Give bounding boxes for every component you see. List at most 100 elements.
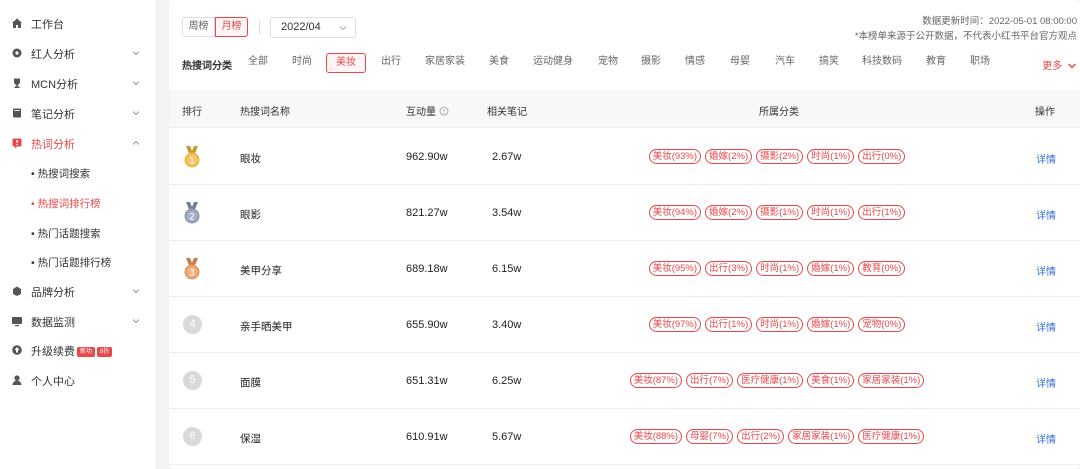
help-icon[interactable]: ? — [439, 106, 449, 116]
rank-badge: 5 — [183, 371, 202, 390]
category-tag: 美妆(88%) — [629, 429, 683, 444]
date-value: 2022/04 — [281, 21, 321, 33]
category-travel[interactable]: 出行 — [381, 53, 401, 73]
nav-hot-word-analysis[interactable]: 热词分析 — [0, 128, 157, 158]
notes-count: 3.40w — [492, 319, 522, 331]
category-photography[interactable]: 摄影 — [641, 53, 661, 73]
header-interaction-label: 互动量 — [406, 107, 436, 118]
header-action: 操作 — [1035, 107, 1055, 118]
nav-upgrade[interactable]: 升级续费 新功 8折 — [0, 335, 157, 365]
interaction-count: 821.27w — [406, 207, 448, 219]
data-source-note: *本榜单来源于公开数据，不代表小红书平台官方观点 — [854, 31, 1077, 42]
category-tag: 美妆(95%) — [648, 261, 702, 276]
data-update-time: 数据更新时间：2022-05-01 08:00:00 — [922, 16, 1077, 27]
keyword: 保湿 — [240, 433, 261, 445]
sub-label: 热门话题搜索 — [37, 228, 101, 240]
nav-label: MCN分析 — [31, 79, 79, 91]
category-auto[interactable]: 汽车 — [775, 53, 795, 73]
category-tech[interactable]: 科技数码 — [862, 53, 902, 73]
category-tag: 美妆(87%) — [629, 373, 683, 388]
nav-workbench[interactable]: 工作台 — [0, 8, 157, 38]
nav-note-analysis[interactable]: 笔记分析 — [0, 98, 157, 128]
category-tag: 医疗健康(1%) — [737, 373, 804, 388]
nav-brand-analysis[interactable]: 品牌分析 — [0, 276, 157, 306]
chevron-down-icon — [132, 111, 140, 116]
brand-icon — [11, 285, 23, 297]
category-education[interactable]: 教育 — [926, 53, 946, 73]
table-row: 2 眼影 821.27w 3.54w 美妆(94%) 婚嫁(2%) 摄影(1%)… — [169, 185, 1080, 241]
nav-label: 笔记分析 — [31, 109, 75, 121]
table-header: 排行 热搜词名称 互动量 ? 相关笔记 所属分类 操作 — [169, 90, 1080, 128]
header-interaction: 互动量 ? — [406, 103, 449, 118]
category-makeup[interactable]: 美妆 — [326, 53, 366, 73]
category-tag: 出行(1%) — [705, 317, 753, 332]
category-tag: 母婴(7%) — [686, 429, 734, 444]
category-tag: 教育(0%) — [858, 261, 906, 276]
category-tag: 出行(3%) — [705, 261, 753, 276]
nav-data-monitor[interactable]: 数据监测 — [0, 306, 157, 336]
nav-personal-center[interactable]: 个人中心 — [0, 365, 157, 395]
interaction-count: 651.31w — [406, 375, 448, 387]
discount-badge: 8折 — [97, 347, 113, 358]
category-food[interactable]: 美食 — [489, 53, 509, 73]
notes-count: 3.54w — [492, 207, 522, 219]
interaction-count: 655.90w — [406, 319, 448, 331]
category-all[interactable]: 全部 — [248, 53, 268, 73]
table-row: 3 美甲分享 689.18w 6.15w 美妆(95%) 出行(3%) 时尚(1… — [169, 241, 1080, 297]
sub-hot-search-ranking[interactable]: • 热搜词排行榜 — [31, 196, 101, 211]
category-emotion[interactable]: 情感 — [685, 53, 705, 73]
category-tag: 家居家装(1%) — [858, 373, 925, 388]
notes-count: 6.15w — [492, 263, 522, 275]
month-ranking-toggle[interactable]: 月榜 — [215, 17, 248, 37]
category-maternal[interactable]: 母婴 — [730, 53, 750, 73]
bronze-medal-icon: 3 — [184, 258, 200, 280]
category-tag: 家居家装(1%) — [788, 429, 855, 444]
category-fashion[interactable]: 时尚 — [292, 53, 312, 73]
category-funny[interactable]: 搞笑 — [819, 53, 839, 73]
table-row: 6 保湿 610.91w 5.67w 美妆(88%) 母婴(7%) 出行(2%)… — [169, 409, 1080, 465]
rank-number: 3 — [189, 269, 195, 279]
category-tag: 时尚(1%) — [807, 149, 855, 164]
detail-link[interactable]: 详情 — [1036, 431, 1056, 446]
book-icon — [11, 107, 23, 119]
category-home[interactable]: 家居家装 — [425, 53, 465, 73]
category-tag: 时尚(1%) — [756, 261, 804, 276]
category-career[interactable]: 职场 — [970, 53, 990, 73]
trophy-icon — [11, 77, 23, 89]
category-tags: 美妆(94%) 婚嫁(2%) 摄影(1%) 时尚(1%) 出行(1%) — [555, 205, 999, 220]
category-label: 热搜词分类 — [182, 61, 232, 72]
category-tag: 婚嫁(2%) — [705, 205, 753, 220]
sub-label: 热搜词搜索 — [37, 168, 91, 180]
silver-medal-icon: 2 — [184, 202, 200, 224]
detail-link[interactable]: 详情 — [1036, 207, 1056, 222]
detail-link[interactable]: 详情 — [1036, 151, 1056, 166]
nav-label: 数据监测 — [31, 317, 75, 329]
main-panel: 周榜 月榜 2022/04 数据更新时间：2022-05-01 08:00:00… — [169, 0, 1080, 469]
sub-topic-ranking[interactable]: • 热门话题排行榜 — [31, 255, 111, 270]
chevron-up-icon — [132, 140, 140, 145]
sub-hot-search[interactable]: • 热搜词搜索 — [31, 166, 90, 181]
date-select[interactable]: 2022/04 — [270, 17, 356, 38]
category-tag: 摄影(1%) — [756, 205, 804, 220]
category-sports[interactable]: 运动健身 — [533, 53, 573, 73]
detail-link[interactable]: 详情 — [1036, 319, 1056, 334]
divider — [259, 20, 260, 34]
category-tag: 美妆(97%) — [648, 317, 702, 332]
header-rank: 排行 — [182, 107, 202, 118]
notes-count: 5.67w — [492, 431, 522, 443]
nav-influencer-analysis[interactable]: 红人分析 — [0, 38, 157, 68]
detail-link[interactable]: 详情 — [1036, 263, 1056, 278]
category-tag: 美妆(93%) — [648, 149, 702, 164]
header-keyword: 热搜词名称 — [240, 107, 290, 118]
notes-count: 2.67w — [492, 151, 522, 163]
nav-label: 个人中心 — [31, 376, 75, 388]
more-label: 更多 — [1042, 61, 1063, 72]
more-categories-button[interactable]: 更多 — [1042, 57, 1077, 72]
nav-mcn-analysis[interactable]: MCN分析 — [0, 68, 157, 98]
sub-topic-search[interactable]: • 热门话题搜索 — [31, 226, 101, 241]
detail-link[interactable]: 详情 — [1036, 375, 1056, 390]
week-ranking-toggle[interactable]: 周榜 — [182, 17, 215, 37]
sub-label: 热搜词排行榜 — [37, 198, 101, 210]
category-pets[interactable]: 宠物 — [598, 53, 618, 73]
interaction-count: 689.18w — [406, 263, 448, 275]
